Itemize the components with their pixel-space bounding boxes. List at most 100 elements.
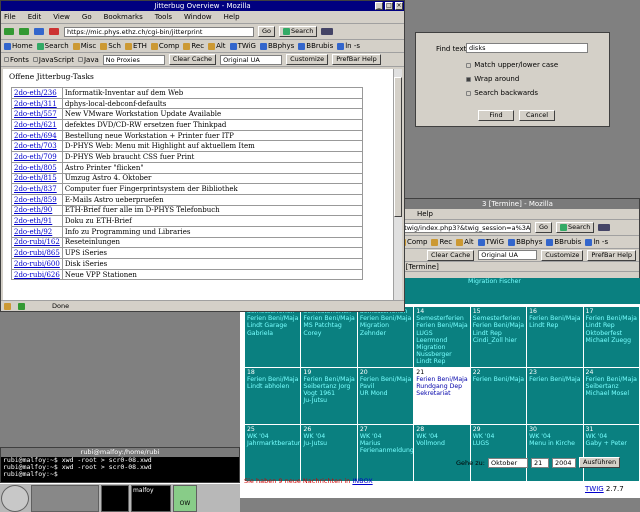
calendar-day[interactable]: 22 Ferien Beni/Maja	[469, 366, 528, 425]
twig-tab[interactable]: 3 [Termine]	[396, 262, 639, 272]
day-entries[interactable]: Semesterferien Ferien Beni/Maja Lindt Re…	[473, 315, 524, 344]
goto-day-select[interactable]: 21	[530, 457, 549, 468]
twig-url-field[interactable]: /twig/index.php3?&twig_session=a%3A139	[399, 222, 531, 233]
calendar-day[interactable]: 20 Ferien Beni/Maja Pavil UR Mond	[356, 366, 415, 425]
menu-window[interactable]: Window	[184, 13, 212, 21]
task-link[interactable]: 2do-eth/805	[14, 164, 57, 172]
day-entries[interactable]: WK '04 Menu in Kirche	[529, 433, 575, 447]
task-link[interactable]: 2do-rubi/600	[14, 260, 60, 268]
prefbar-help-button[interactable]: PrefBar Help	[332, 54, 381, 65]
day-entries[interactable]: Ferien Beni/Maja Rundgang Dep Sekretaria…	[416, 376, 467, 397]
javascript-toggle[interactable]: JavaScript	[32, 56, 74, 64]
calendar-day[interactable]: 31 WK '04 Gaby + Peter	[582, 423, 640, 482]
calendar-day[interactable]: 29 WK '04 LUGS	[469, 423, 528, 482]
task-link[interactable]: 2do-eth/859	[14, 196, 57, 204]
day-entries[interactable]: Ferien Beni/Maja	[529, 376, 580, 383]
twig-link[interactable]: TWIG	[585, 485, 604, 493]
day-entries[interactable]: Semesterferien Ferien Beni/Maja MS Patch…	[303, 308, 354, 337]
menu-file[interactable]: File	[4, 13, 16, 21]
calendar-day[interactable]: Semesterferien Ferien Beni/Maja Lindt Ga…	[243, 306, 302, 368]
search-backwards-option[interactable]: Search backwards	[466, 89, 538, 97]
stop-icon[interactable]	[49, 28, 59, 35]
inbox-link[interactable]: INBOX	[352, 477, 372, 485]
day-entries[interactable]: Ferien Beni/Maja Seibertanz Michael Mose…	[586, 376, 637, 397]
day-entries[interactable]: WK '04 Vollmond	[416, 433, 445, 447]
bm-twig[interactable]: TWiG	[477, 238, 504, 246]
bm-bbphys[interactable]: BBphys	[508, 238, 542, 246]
calendar-day[interactable]: 18 Ferien Beni/Maja Lindt abholen	[243, 366, 302, 425]
task-link[interactable]: 2do-rubi/865	[14, 249, 60, 257]
bm-bbrubis[interactable]: BBrubis	[298, 42, 333, 50]
bm-lns[interactable]: ln -s	[337, 42, 360, 50]
calendar-day[interactable]: 16 Ferien Beni/Maja Lindt Rep	[526, 306, 584, 368]
calendar-day[interactable]: Semesterferien Ferien Beni/Maja MS Patch…	[300, 306, 358, 368]
jitterbug-go-button[interactable]: Go	[258, 26, 276, 37]
pager-icon[interactable]	[31, 485, 99, 512]
bm-comp[interactable]: Comp	[150, 42, 179, 50]
day-entries[interactable]: WK '04 Ju-Jutsu	[303, 433, 327, 447]
task-link[interactable]: 2do-eth/557	[14, 110, 57, 118]
calendar-day[interactable]: 27 WK '04 Marius Ferienanmeldung	[356, 423, 415, 482]
bm-lns[interactable]: ln -s	[585, 238, 608, 246]
menu-view[interactable]: View	[53, 13, 70, 21]
day-entries[interactable]: Semesterferien Ferien Beni/Maja Migratio…	[360, 308, 411, 337]
bm-sch[interactable]: Sch	[100, 42, 121, 50]
task-link[interactable]: 2do-eth/621	[14, 121, 57, 129]
task-link[interactable]: 2do-rubi/626	[14, 271, 60, 279]
match-case-option[interactable]: Match upper/lower case	[466, 61, 558, 69]
goto-month-select[interactable]: Oktober	[487, 457, 528, 468]
bm-rec[interactable]: Rec	[183, 42, 204, 50]
cancel-button[interactable]: Cancel	[519, 110, 555, 121]
menu-help[interactable]: Help	[417, 210, 433, 218]
jitterbug-search-button[interactable]: Search	[279, 26, 318, 37]
java-toggle[interactable]: Java	[77, 56, 99, 64]
day-entries[interactable]: Semesterferien Ferien Beni/Maja Lindt Ga…	[247, 308, 298, 337]
clear-cache-button[interactable]: Clear Cache	[168, 54, 217, 65]
task-link[interactable]: 2do-eth/91	[14, 217, 52, 225]
task-link[interactable]: 2do-eth/90	[14, 206, 52, 214]
find-text-input[interactable]: disks	[466, 43, 588, 53]
day-entries[interactable]: Ferien Beni/Maja Lindt Rep Oktoberfest M…	[586, 315, 637, 344]
scrollbar-thumb[interactable]	[394, 77, 402, 217]
day-entries[interactable]: WK '04 Jahrmarktberatung	[247, 433, 300, 447]
task-link[interactable]: 2do-eth/815	[14, 174, 57, 182]
find-button[interactable]: Find	[478, 110, 514, 121]
jitterbug-url-field[interactable]: https://mic.phys.ethz.ch/cgi-bin/jitterp…	[64, 26, 254, 37]
proxy-select[interactable]: No Proxies	[102, 54, 165, 65]
day-entries[interactable]: Ferien Beni/Maja Seibertanz Jorg Vogt 19…	[303, 376, 354, 405]
calendar-day[interactable]: 28 WK '04 Vollmond	[413, 423, 471, 482]
bm-bbphys[interactable]: BBphys	[259, 42, 294, 50]
task-link[interactable]: 2do-eth/694	[14, 132, 57, 140]
reload-icon[interactable]	[34, 28, 44, 35]
terminal-window[interactable]: rubi@malfoy:/home/rubi rubi@malfoy:~$ xw…	[0, 447, 240, 483]
task-link[interactable]: 2do-rubi/162	[14, 238, 60, 246]
day-entries[interactable]: Ferien Beni/Maja Lindt Rep	[529, 315, 580, 329]
twig-customize-button[interactable]: Customize	[541, 249, 584, 261]
mail-icon[interactable]: OW	[173, 485, 197, 512]
calendar-day[interactable]: 17 Ferien Beni/Maja Lindt Rep Oktoberfest…	[582, 306, 640, 368]
day-entries[interactable]: WK '04 LUGS	[473, 433, 495, 447]
calendar-day[interactable]: 14 Semesterferien Ferien Beni/Maja LUGS L…	[413, 306, 471, 368]
task-link[interactable]: 2do-eth/92	[14, 228, 52, 236]
calendar-day[interactable]: 15 Semesterferien Ferien Beni/Maja Lindt …	[469, 306, 528, 368]
task-link[interactable]: 2do-eth/709	[14, 153, 57, 161]
day-entries[interactable]: Ferien Beni/Maja Pavil UR Mond	[360, 376, 411, 397]
bm-alt[interactable]: Alt	[456, 238, 474, 246]
calendar-day[interactable]: 26 WK '04 Ju-Jutsu	[300, 423, 358, 482]
calendar-day[interactable]: 24 Ferien Beni/Maja Seibertanz Michael Mo…	[582, 366, 640, 425]
menu-bookmarks[interactable]: Bookmarks	[104, 13, 143, 21]
day-entries[interactable]: WK '04 Marius Ferienanmeldung	[360, 433, 413, 454]
jitterbug-scrollbar[interactable]	[393, 69, 402, 300]
day-entries[interactable]: WK '04 Gaby + Peter	[586, 433, 627, 447]
task-link[interactable]: 2do-eth/703	[14, 142, 57, 150]
forward-icon[interactable]	[19, 28, 29, 35]
print-icon[interactable]	[321, 28, 334, 35]
goto-year-select[interactable]: 2004	[551, 457, 576, 468]
calendar-day[interactable]: 21 Ferien Beni/Maja Rundgang Dep Sekretar…	[413, 366, 471, 425]
calendar-day[interactable]: 30 WK '04 Menu in Kirche	[526, 423, 584, 482]
menu-help[interactable]: Help	[224, 13, 240, 21]
bm-eth[interactable]: ETH	[124, 42, 147, 50]
bm-rec[interactable]: Rec	[431, 238, 452, 246]
twig-clear-cache-button[interactable]: Clear Cache	[427, 249, 475, 261]
print-icon[interactable]	[598, 224, 611, 231]
